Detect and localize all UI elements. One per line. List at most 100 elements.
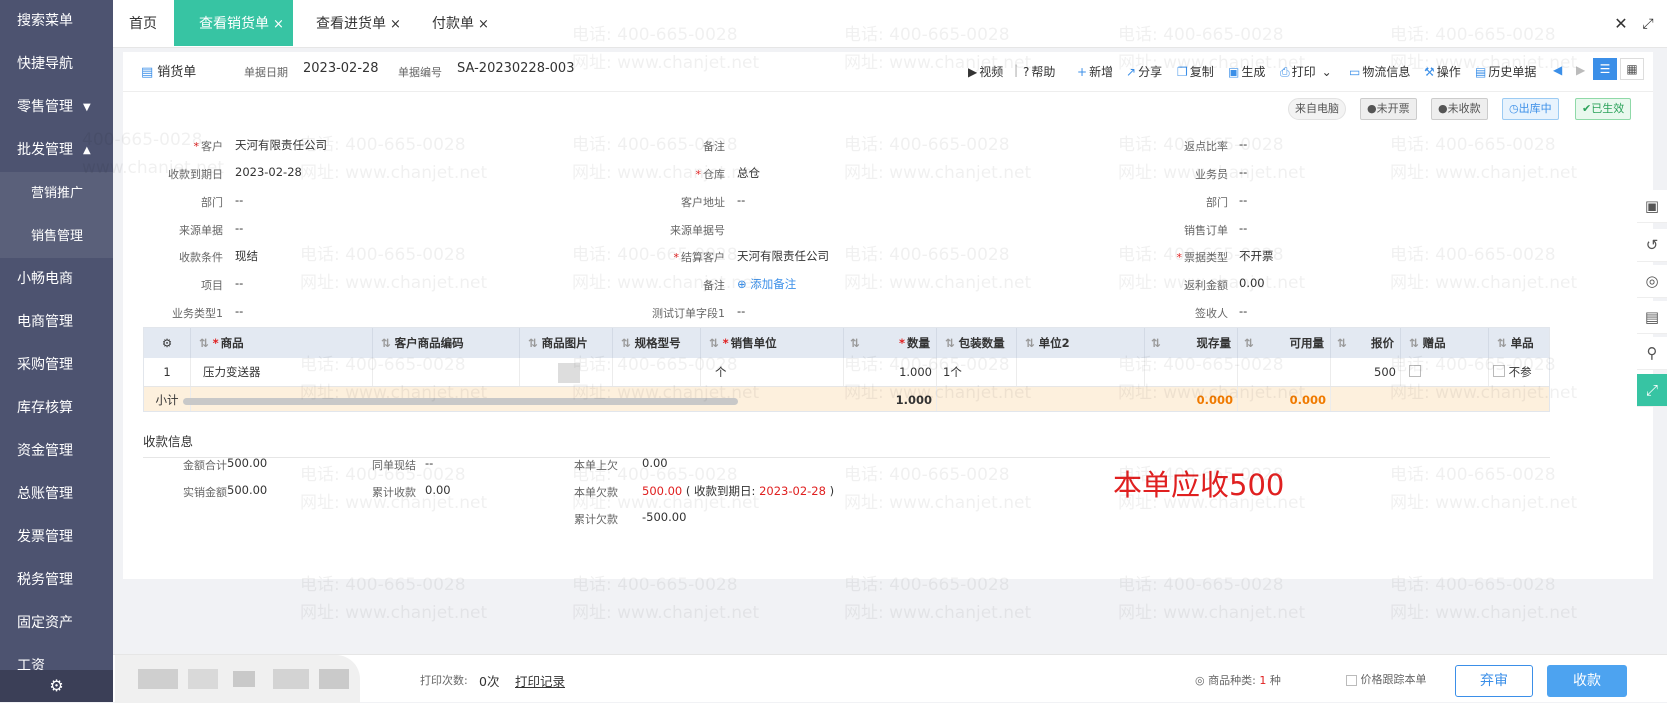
row-qty[interactable]: 1.000 — [844, 358, 937, 386]
single-checkbox[interactable] — [1493, 365, 1505, 377]
sidebar-item-sales[interactable]: 销售管理 — [0, 215, 113, 258]
grid-col-unit2[interactable]: ⇅ 单位2 — [1017, 328, 1145, 358]
print-record-link[interactable]: 打印记录 — [515, 671, 565, 690]
grid-col-gift[interactable]: ⇅ 赠品 — [1401, 328, 1489, 358]
copy-button[interactable]: ❐ 复制 — [1177, 63, 1214, 80]
grid-col-single[interactable]: ⇅ 单品 — [1489, 328, 1549, 358]
sales-order-label: 销售订单 — [1184, 224, 1228, 237]
attachment-icon[interactable]: ⚲ — [1637, 337, 1667, 370]
close-icon[interactable]: × — [273, 17, 284, 32]
sidebar-item-inventory[interactable]: 库存核算 — [0, 387, 113, 430]
form-settings-icon[interactable]: ▣ — [1637, 190, 1667, 223]
help-icon: ? — [1023, 65, 1030, 79]
help-button[interactable]: ? 帮助 — [1023, 63, 1055, 80]
sidebar-item-quick-nav[interactable]: 快捷导航 — [0, 43, 113, 86]
cum-owed-label: 累计欠款 — [574, 513, 618, 526]
grid-col-cust-code[interactable]: ⇅ 客户商品编码 — [373, 328, 520, 358]
sidebar-item-invoice[interactable]: 发票管理 — [0, 516, 113, 559]
sidebar-item-retail[interactable]: 零售管理 ▼ — [0, 86, 113, 129]
history-circle-icon[interactable]: ↺ — [1637, 229, 1667, 262]
share-button[interactable]: ↗ 分享 — [1126, 63, 1162, 80]
warehouse-label: * 仓库 — [695, 168, 726, 181]
row-spec[interactable] — [613, 358, 701, 386]
tab-home[interactable]: 首页 — [129, 0, 157, 46]
grid-col-available[interactable]: ⇅ 可用量 — [1238, 328, 1331, 358]
approval-icon[interactable]: ◎ — [1637, 265, 1667, 298]
row-single[interactable]: 不参 — [1489, 358, 1549, 386]
actual-label: 实销金额 — [183, 486, 227, 499]
help-label: 帮助 — [1031, 65, 1056, 79]
logistics-button[interactable]: ▭ 物流信息 — [1349, 63, 1410, 80]
printer-icon: ⎙ — [1280, 65, 1290, 79]
sidebar-item-ledger[interactable]: 总账管理 — [0, 473, 113, 516]
row-cust-code[interactable] — [373, 358, 520, 386]
grid-col-qty[interactable]: ⇅ * 数量 — [844, 328, 937, 358]
sidebar-item-marketing[interactable]: 营销推广 — [0, 172, 113, 215]
grid-col-pack-qty[interactable]: ⇅ 包装数量 — [937, 328, 1017, 358]
table-row[interactable]: 1 压力变送器 个 1.000 1个 500 不参 — [144, 358, 1549, 387]
workflow-icon[interactable]: ▤ — [1637, 301, 1667, 334]
prev-doc-icon[interactable]: ◀ — [1553, 63, 1562, 77]
grid-col-image[interactable]: ⇅ 商品图片 — [520, 328, 613, 358]
row-unit2[interactable] — [1017, 358, 1145, 386]
salesman-value: -- — [1239, 165, 1248, 179]
doc-type-label: 销货单 — [157, 65, 197, 80]
grid-scrollbar[interactable] — [183, 398, 738, 405]
sidebar-item-tax[interactable]: 税务管理 — [0, 559, 113, 602]
collect-button[interactable]: 收款 — [1547, 665, 1627, 697]
operate-button[interactable]: ⚒ 操作 — [1424, 63, 1461, 80]
add-remark-button[interactable]: ⊕ 添加备注 — [737, 276, 796, 292]
close-icon[interactable]: × — [390, 17, 401, 32]
price-track-toggle[interactable]: 价格跟踪本单 — [1346, 671, 1427, 687]
sidebar-item-search-menu[interactable]: 搜索菜单 — [0, 0, 113, 43]
plus-icon: + — [1077, 65, 1088, 79]
doc-type-tab[interactable]: ▤ 销货单 — [141, 61, 196, 80]
window-maximize-icon[interactable]: ⤢ — [1638, 0, 1658, 48]
window-close-icon[interactable]: ✕ — [1612, 0, 1630, 48]
history-button[interactable]: ▤ 历史单据 — [1475, 63, 1536, 80]
cust-addr-value: -- — [737, 193, 746, 207]
close-icon[interactable]: × — [478, 17, 489, 32]
grid-col-price[interactable]: ⇅ 报价 — [1331, 328, 1401, 358]
row-pack-qty[interactable]: 1个 — [937, 358, 1017, 386]
grid-col-unit[interactable]: ⇅ * 销售单位 — [701, 328, 844, 358]
row-gift[interactable] — [1401, 358, 1489, 386]
video-button[interactable]: ▶ 视频 — [968, 63, 1003, 80]
sidebar-item-xiaochang-ecom[interactable]: 小畅电商 — [0, 258, 113, 301]
list-view-icon[interactable]: ☰ — [1593, 58, 1617, 80]
print-button[interactable]: ⎙ 打印 ⌄ — [1280, 63, 1332, 80]
watermark-site: 网址: www.chanjet.net — [1390, 603, 1578, 623]
sidebar-item-ecom[interactable]: 电商管理 — [0, 301, 113, 344]
row-unit[interactable]: 个 — [701, 358, 844, 386]
watermark-site: 网址: www.chanjet.net — [300, 603, 488, 623]
grid-col-stock[interactable]: ⇅ 现存量 — [1145, 328, 1238, 358]
sidebar-item-wholesale[interactable]: 批发管理 ▲ — [0, 129, 113, 172]
row-product[interactable]: 压力变送器 — [191, 358, 373, 386]
tab-sales-view[interactable]: 查看销货单 × — [174, 0, 293, 46]
sidebar-item-funds[interactable]: 资金管理 — [0, 430, 113, 473]
gift-checkbox[interactable] — [1409, 365, 1421, 377]
grid-col-product[interactable]: ⇅ * 商品 — [191, 328, 373, 358]
row-price[interactable]: 500 — [1331, 358, 1401, 386]
check-icon: ✔ — [1582, 102, 1592, 115]
sidebar-item-purchase[interactable]: 采购管理 — [0, 344, 113, 387]
discard-approval-button[interactable]: 弃审 — [1455, 665, 1533, 697]
gear-icon[interactable]: ⚙ — [0, 670, 113, 702]
next-doc-icon[interactable]: ▶ — [1576, 63, 1585, 77]
grid-col-spec[interactable]: ⇅ 规格型号 — [613, 328, 701, 358]
info-icon: ● — [1367, 102, 1377, 115]
sidebar-item-fixed-assets[interactable]: 固定资产 — [0, 602, 113, 645]
tab-label: 首页 — [129, 16, 157, 32]
new-button[interactable]: + 新增 — [1077, 63, 1113, 80]
expand-icon[interactable]: ⤢ — [1637, 374, 1667, 407]
redacted-block — [233, 671, 255, 687]
row-image[interactable] — [520, 358, 613, 386]
column-settings-icon[interactable]: ⚙ — [144, 328, 191, 358]
divider: | — [1014, 63, 1019, 77]
tab-payment[interactable]: 付款单 × — [432, 0, 489, 46]
generate-button[interactable]: ▣ 生成 — [1228, 63, 1265, 80]
card-view-icon[interactable]: ▦ — [1620, 58, 1644, 80]
tab-purchase-view[interactable]: 查看进货单 × — [316, 0, 401, 46]
not-collected-badge: ●未收款 — [1431, 98, 1488, 120]
same-cash-label: 同单现结 — [372, 459, 416, 472]
